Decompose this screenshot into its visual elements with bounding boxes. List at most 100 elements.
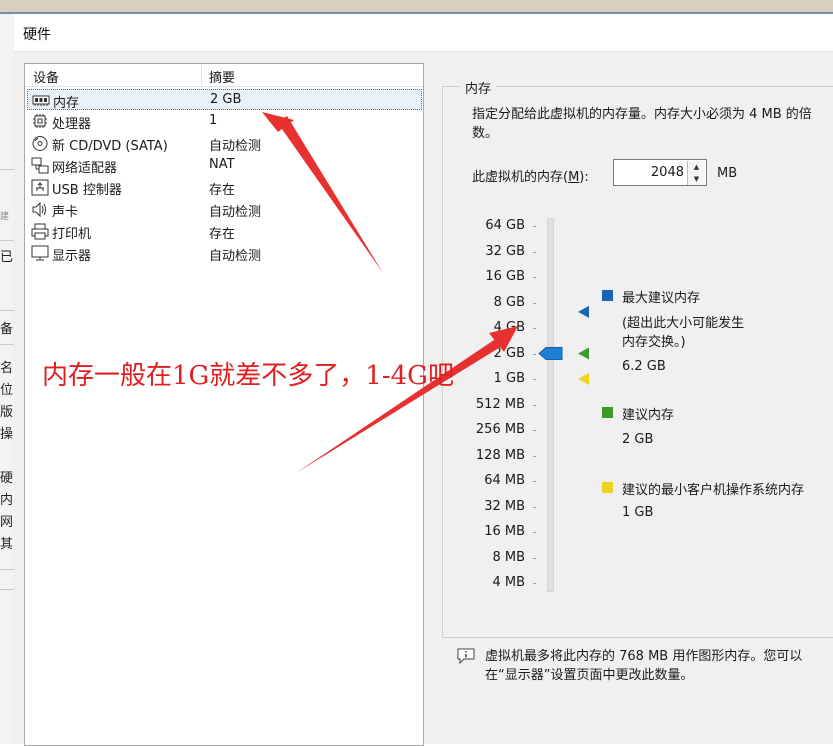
ghost-text: 备 — [0, 322, 14, 337]
scale-label: 64 MB — [484, 473, 525, 488]
memory-icon — [32, 95, 50, 106]
memory-field-label: 此虚拟机的内存(M): — [472, 170, 589, 185]
info-comment-icon — [457, 648, 475, 664]
device-name: 处理器 — [52, 117, 92, 132]
scale-tick — [533, 251, 536, 253]
ghost-text: 网 — [0, 515, 14, 530]
graphics-memory-note: 虚拟机最多将此内存的 768 MB 用作图形内存。您可以 在“显示器”设置页面中更… — [485, 649, 803, 683]
device-summary: 存在 — [209, 183, 236, 198]
scale-tick — [533, 353, 536, 355]
scale-label: 32 MB — [484, 498, 525, 514]
scale-label: 2 GB — [493, 345, 525, 361]
recommended-color-icon — [602, 407, 613, 418]
device-row-printer[interactable]: 打印机 存在 — [27, 221, 422, 242]
scale-tick — [533, 557, 536, 559]
network-adapter-icon — [31, 157, 49, 174]
device-summary: NAT — [209, 157, 235, 172]
device-row-display[interactable]: 显示器 自动检测 — [27, 243, 422, 264]
max-recommended-value: 6.2 GB — [622, 359, 666, 374]
background-strip — [0, 0, 833, 14]
scale-tick — [533, 302, 536, 304]
scale-label: 64 GB — [485, 218, 525, 233]
device-row-network[interactable]: 网络适配器 NAT — [27, 155, 422, 176]
memory-group-title: 内存 — [460, 78, 497, 97]
speaker-icon — [32, 201, 46, 218]
scale-label: 128 MB — [475, 447, 525, 463]
device-list[interactable]: 设备 摘要 内存 2 GB 处理器 1 新 CD/DVD (SATA) 自动检测 — [24, 63, 424, 746]
device-row-memory[interactable]: 内存 2 GB — [27, 89, 422, 111]
scale-label: 8 GB — [493, 294, 525, 310]
scale-tick — [533, 226, 536, 227]
device-name: 声卡 — [52, 205, 79, 220]
ghost-text: 建 — [0, 212, 10, 222]
column-header-summary[interactable]: 摘要 — [209, 67, 235, 86]
spin-down-button[interactable]: ▼ — [687, 173, 705, 185]
scale-tick — [533, 328, 536, 329]
device-name: 新 CD/DVD (SATA) — [52, 139, 168, 154]
scale-label: 256 MB — [475, 422, 525, 437]
scale-label: 16 MB — [484, 524, 525, 539]
device-name: 显示器 — [52, 249, 92, 264]
title-bar: 硬件 — [14, 14, 833, 52]
device-name: 内存 — [53, 96, 80, 111]
ghost-text: 内 — [0, 493, 14, 508]
device-summary: 自动检测 — [209, 139, 262, 154]
device-summary: 1 — [209, 113, 218, 128]
printer-icon — [31, 223, 49, 240]
device-summary: 存在 — [209, 227, 236, 242]
memory-value[interactable]: 2048 — [651, 165, 684, 180]
dialog-title: 硬件 — [23, 27, 51, 43]
ghost-text: 名 — [0, 361, 14, 376]
device-row-usb[interactable]: USB 控制器 存在 — [27, 177, 422, 198]
recommended-title: 建议内存 — [622, 408, 675, 423]
device-row-cpu[interactable]: 处理器 1 — [27, 111, 422, 132]
scale-tick — [533, 404, 536, 406]
min-guest-color-icon — [602, 482, 613, 493]
cd-dvd-icon — [32, 136, 48, 151]
memory-unit: MB — [717, 166, 738, 181]
ghost-text: 位 — [0, 383, 14, 398]
ghost-text: 已 — [0, 250, 14, 265]
memory-slider-track[interactable] — [547, 218, 554, 592]
device-row-sound[interactable]: 声卡 自动检测 — [27, 199, 422, 220]
usb-icon — [31, 179, 49, 196]
device-list-header: 设备 摘要 — [25, 64, 423, 87]
scale-tick — [533, 277, 536, 278]
annotation-text: 内存一般在1G就差不多了，1-4G吧 — [42, 361, 454, 391]
monitor-icon — [31, 245, 49, 261]
device-name: 网络适配器 — [52, 161, 118, 176]
scale-tick — [533, 455, 536, 457]
device-summary: 自动检测 — [209, 249, 262, 264]
ghost-text: 操 — [0, 427, 14, 442]
device-name: 打印机 — [52, 227, 92, 242]
max-recommended-title: 最大建议内存 — [622, 291, 701, 306]
scale-tick — [533, 506, 536, 508]
memory-description: 指定分配给此虚拟机的内存量。内存大小必须为 4 MB 的倍数。 — [472, 107, 812, 141]
scale-tick — [533, 430, 536, 431]
max-recommended-color-icon — [602, 290, 613, 301]
device-row-cd-dvd[interactable]: 新 CD/DVD (SATA) 自动检测 — [27, 133, 422, 154]
device-summary: 自动检测 — [209, 205, 262, 220]
scale-label: 8 MB — [492, 549, 525, 565]
ghost-text: 版 — [0, 405, 14, 420]
ghost-text: 硬 — [0, 471, 14, 486]
scale-label: 1 GB — [493, 371, 525, 386]
max-recommended-note: (超出此大小可能发生内存交换。) — [622, 316, 745, 350]
min-guest-value: 1 GB — [622, 505, 654, 520]
column-header-device[interactable]: 设备 — [33, 67, 59, 86]
scale-label: 512 MB — [475, 396, 525, 412]
scale-tick — [533, 583, 536, 584]
min-guest-title: 建议的最小客户机操作系统内存 — [622, 483, 805, 498]
scale-tick — [533, 379, 536, 380]
scale-label: 4 MB — [492, 575, 525, 590]
scale-label: 16 GB — [485, 269, 525, 284]
device-name: USB 控制器 — [52, 183, 122, 198]
scale-label: 4 GB — [493, 320, 525, 335]
scale-label: 32 GB — [485, 243, 525, 259]
device-summary: 2 GB — [210, 92, 242, 107]
background-window-edge: 建 已 备 名 位 版 操 硬 内 网 其 — [0, 14, 15, 744]
ghost-text: 其 — [0, 537, 14, 552]
memory-spinbox[interactable]: 2048 ▲ ▼ — [613, 159, 707, 186]
cpu-icon — [33, 114, 47, 128]
scale-tick — [533, 481, 536, 482]
